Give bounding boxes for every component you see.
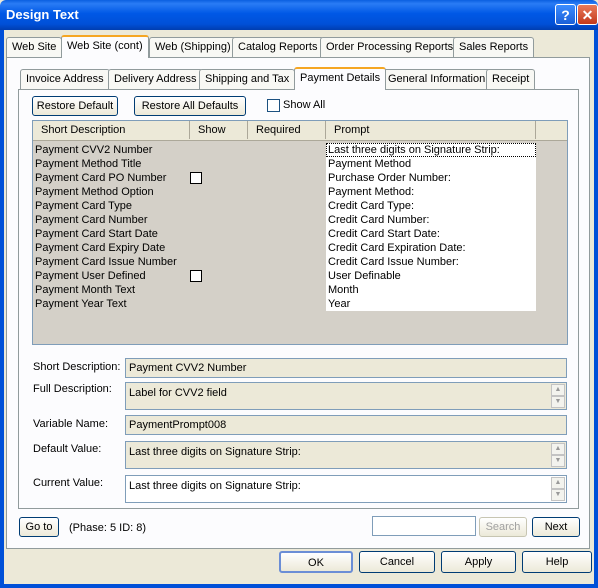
cell-prompt[interactable]: Credit Card Start Date: (326, 227, 536, 241)
cell-prompt[interactable]: Purchase Order Number: (326, 171, 536, 185)
cell-prompt[interactable]: Credit Card Expiration Date: (326, 241, 536, 255)
help-icon[interactable]: ? (555, 4, 576, 25)
title-bar: Design Text ? ✕ (0, 0, 598, 30)
cell-prompt[interactable]: Year (326, 297, 536, 311)
tab-web-site[interactable]: Web Site (6, 37, 63, 57)
table-row[interactable]: Payment Card Issue Number Credit Card Iss… (33, 255, 567, 269)
ok-button[interactable]: OK (279, 551, 353, 573)
cell-prompt[interactable]: Credit Card Type: (326, 199, 536, 213)
short-description-field[interactable]: Payment CVV2 Number (125, 358, 567, 378)
help-button[interactable]: Help (522, 551, 592, 573)
default-value-field[interactable]: Last three digits on Signature Strip: ▲ ▼ (125, 441, 567, 469)
table-row[interactable]: Payment Card Start Date Credit Card Start… (33, 227, 567, 241)
search-input[interactable] (372, 516, 476, 536)
grid-header: Short Description Show Required Prompt (33, 121, 567, 141)
full-description-scrollbar[interactable]: ▲ ▼ (551, 384, 565, 408)
next-button[interactable]: Next (532, 517, 580, 537)
text-grid[interactable]: Short Description Show Required Prompt P… (32, 120, 568, 345)
cell-short-description: Payment Card PO Number (35, 172, 167, 184)
window-border-right (594, 30, 598, 588)
variable-name-field[interactable]: PaymentPrompt008 (125, 415, 567, 435)
table-row[interactable]: Payment CVV2 Number Last three digits on … (33, 143, 567, 157)
cell-short-description: Payment CVV2 Number (35, 144, 153, 156)
cell-short-description: Payment Card Start Date (35, 228, 158, 240)
tab-general-information[interactable]: General Information (382, 69, 492, 89)
full-description-text: Label for CVV2 field (129, 387, 227, 399)
show-all-checkbox[interactable] (267, 99, 280, 112)
default-value-scrollbar[interactable]: ▲ ▼ (551, 443, 565, 467)
cell-prompt[interactable]: Payment Method (326, 157, 536, 171)
cell-short-description: Payment Card Type (35, 200, 133, 212)
full-description-field[interactable]: Label for CVV2 field ▲ ▼ (125, 382, 567, 410)
cell-short-description: Payment Card Issue Number (35, 256, 177, 268)
cell-short-description: Payment Method Option (35, 186, 154, 198)
tab-delivery-address[interactable]: Delivery Address (108, 69, 203, 89)
close-icon[interactable]: ✕ (577, 4, 598, 25)
tab-catalog-reports[interactable]: Catalog Reports (232, 37, 324, 57)
column-header-prompt[interactable]: Prompt (326, 121, 536, 139)
tab-invoice-address[interactable]: Invoice Address (20, 69, 110, 89)
column-header-show[interactable]: Show (190, 121, 248, 139)
table-row[interactable]: Payment Card PO Number Purchase Order Num… (33, 171, 567, 185)
goto-button[interactable]: Go to (19, 517, 59, 537)
cell-short-description: Payment Card Number (35, 214, 148, 226)
column-header-required[interactable]: Required (248, 121, 326, 139)
cell-prompt[interactable]: User Definable (326, 269, 536, 283)
current-value-text: Last three digits on Signature Strip: (129, 480, 301, 492)
cell-short-description: Payment Month Text (35, 284, 136, 296)
tab-payment-details[interactable]: Payment Details (294, 67, 387, 90)
apply-button[interactable]: Apply (441, 551, 516, 573)
tab-web-site-cont[interactable]: Web Site (cont) (61, 35, 149, 58)
table-row[interactable]: Payment Card Expiry Date Credit Card Expi… (33, 241, 567, 255)
tab-shipping-and-tax[interactable]: Shipping and Tax (199, 69, 296, 89)
column-header-short-description[interactable]: Short Description (33, 121, 190, 139)
tab-sales-reports[interactable]: Sales Reports (453, 37, 535, 57)
cell-prompt[interactable]: Payment Method: (326, 185, 536, 199)
table-row[interactable]: Payment Method Option Payment Method: (33, 185, 567, 199)
restore-all-defaults-button[interactable]: Restore All Defaults (134, 96, 246, 116)
tab-order-processing-reports[interactable]: Order Processing Reports (320, 37, 460, 57)
tab-web-shipping[interactable]: Web (Shipping) (149, 37, 237, 57)
table-row[interactable]: Payment Month Text Month (33, 283, 567, 297)
current-value-label: Current Value: (33, 477, 104, 489)
variable-name-label: Variable Name: (33, 418, 108, 430)
window-title: Design Text (6, 7, 79, 22)
default-value-label: Default Value: (33, 443, 102, 455)
short-description-label: Short Description: (33, 361, 121, 373)
restore-default-button[interactable]: Restore Default (32, 96, 118, 116)
table-row[interactable]: Payment Year Text Year (33, 297, 567, 311)
cell-short-description: Payment Year Text (35, 298, 127, 310)
cell-prompt[interactable]: Credit Card Issue Number: (326, 255, 536, 269)
table-row[interactable]: Payment Method Title Payment Method (33, 157, 567, 171)
table-row[interactable]: Payment Card Number Credit Card Number: (33, 213, 567, 227)
table-row[interactable]: Payment Card Type Credit Card Type: (33, 199, 567, 213)
cell-prompt[interactable]: Month (326, 283, 536, 297)
cancel-button[interactable]: Cancel (359, 551, 435, 573)
cell-prompt[interactable]: Last three digits on Signature Strip: (326, 143, 536, 157)
current-value-field[interactable]: Last three digits on Signature Strip: ▲ ▼ (125, 475, 567, 503)
tab-receipt[interactable]: Receipt (486, 69, 536, 89)
show-checkbox[interactable] (190, 270, 202, 282)
show-checkbox[interactable] (190, 172, 202, 184)
window-border-bottom (0, 584, 598, 588)
show-all-label: Show All (283, 99, 326, 111)
cell-prompt[interactable]: Credit Card Number: (326, 213, 536, 227)
phase-id-status: (Phase: 5 ID: 8) (69, 522, 147, 534)
search-button[interactable]: Search (479, 517, 527, 537)
current-value-scrollbar[interactable]: ▲ ▼ (551, 477, 565, 501)
cell-short-description: Payment Method Title (35, 158, 142, 170)
window-border-left (0, 30, 4, 588)
cell-short-description: Payment User Defined (35, 270, 146, 282)
full-description-label: Full Description: (33, 383, 112, 395)
default-value-text: Last three digits on Signature Strip: (129, 446, 301, 458)
table-row[interactable]: Payment User Defined User Definable (33, 269, 567, 283)
cell-short-description: Payment Card Expiry Date (35, 242, 166, 254)
